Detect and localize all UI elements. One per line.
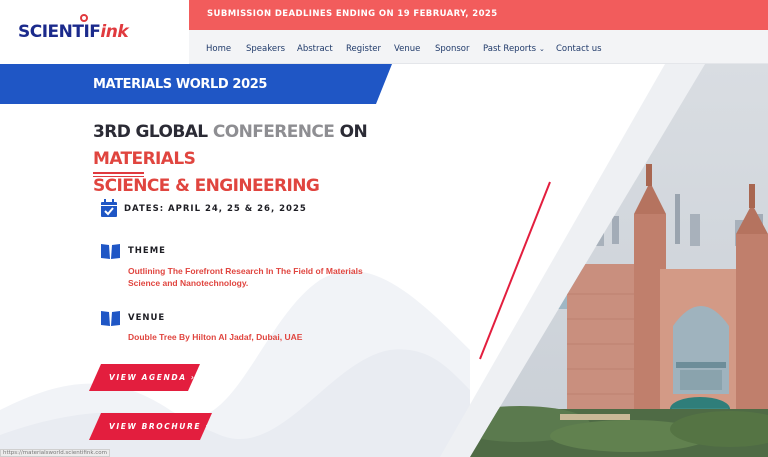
view-agenda-text: VIEW AGENDA: [109, 373, 187, 382]
status-bar-url: https://materialsworld.scientifink.com: [0, 449, 111, 457]
calendar-check-icon: [101, 199, 117, 217]
theme-text: Outlining The Forefront Research In The …: [128, 266, 363, 288]
open-book-icon: [101, 244, 120, 259]
logo-text-primary: SCIENTIF: [18, 22, 101, 42]
view-agenda-label: VIEW AGENDA ›: [109, 373, 196, 382]
nav-past-reports-label: Past Reports: [483, 44, 537, 54]
title-segment-materials: MATERIALS: [93, 149, 196, 169]
title-underline-thin: [93, 176, 144, 177]
nav-register[interactable]: Register: [346, 44, 381, 54]
open-book-icon: [101, 311, 120, 326]
event-banner: MATERIALS WORLD 2025: [0, 64, 392, 104]
nav-past-reports[interactable]: Past Reports ⌄: [483, 44, 545, 54]
nav-abstract[interactable]: Abstract: [297, 44, 333, 54]
nav-contact-us[interactable]: Contact us: [556, 44, 602, 54]
title-segment-science: SCIENCE & ENGINEERING: [93, 176, 320, 196]
nav-venue[interactable]: Venue: [394, 44, 420, 54]
view-agenda-button[interactable]: VIEW AGENDA ›: [89, 364, 200, 391]
title-segment-global: 3RD GLOBAL: [93, 122, 213, 142]
nav-home[interactable]: Home: [206, 44, 231, 54]
title-underline: [93, 172, 144, 174]
view-brochure-text: VIEW BROCHURE: [109, 422, 202, 431]
venue-text: Double Tree By Hilton Al Jadaf, Dubai, U…: [128, 332, 303, 342]
logo[interactable]: SCIENTIFink: [0, 0, 189, 64]
nav-speakers[interactable]: Speakers: [246, 44, 285, 54]
view-brochure-label: VIEW BROCHURE ›: [109, 422, 210, 431]
title-segment-on: ON: [339, 122, 368, 142]
theme-label: THEME: [128, 246, 166, 256]
conference-title: 3RD GLOBAL CONFERENCE ON MATERIALS SCIEN…: [93, 119, 433, 200]
logo-wifi-icon: [80, 14, 88, 22]
logo-wordmark: SCIENTIFink: [18, 22, 129, 42]
chevron-down-icon: ⌄: [539, 45, 545, 53]
main-nav: Home Speakers Abstract Register Venue Sp…: [189, 30, 768, 64]
logo-text-accent: ink: [100, 22, 129, 42]
event-banner-text: MATERIALS WORLD 2025: [93, 77, 268, 92]
announcement-text: SUBMISSION DEADLINES ENDING ON 19 FEBRUA…: [207, 9, 498, 19]
announcement-bar: SUBMISSION DEADLINES ENDING ON 19 FEBRUA…: [189, 0, 768, 30]
dates-label: DATES: APRIL 24, 25 & 26, 2025: [124, 204, 307, 214]
venue-label: VENUE: [128, 313, 166, 323]
view-brochure-button[interactable]: VIEW BROCHURE ›: [89, 413, 212, 440]
title-segment-conference: CONFERENCE: [212, 122, 340, 142]
nav-sponsor[interactable]: Sponsor: [435, 44, 470, 54]
